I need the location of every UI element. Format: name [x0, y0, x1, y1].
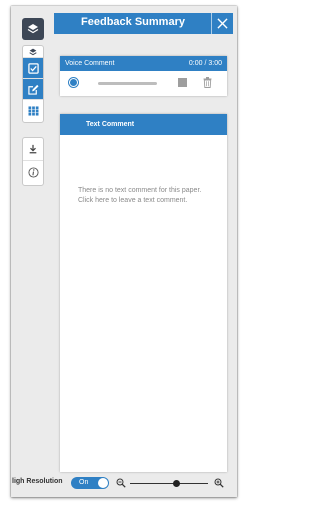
info-button[interactable] [23, 161, 43, 184]
rubric-tool[interactable] [23, 100, 43, 122]
checklist-tool[interactable] [23, 58, 43, 79]
record-icon [70, 79, 77, 86]
close-button[interactable] [211, 13, 233, 34]
voice-comment-card: Voice Comment 0:00 / 3:00 [60, 56, 227, 96]
feedback-tools-group [22, 45, 44, 123]
trash-icon[interactable] [203, 77, 212, 88]
voice-comment-header: Voice Comment 0:00 / 3:00 [60, 56, 227, 71]
high-resolution-toggle[interactable]: On [71, 477, 109, 489]
zoom-in-icon[interactable] [214, 478, 224, 488]
toggle-label: On [79, 479, 89, 486]
grid-icon [28, 106, 38, 116]
record-button[interactable] [68, 77, 79, 88]
checkbox-icon [27, 62, 39, 74]
footer-bar: ligh Resolution On [11, 475, 237, 491]
edit-icon [27, 84, 39, 95]
audio-progress-bar[interactable] [98, 82, 157, 85]
close-icon [217, 18, 228, 29]
download-icon [29, 144, 37, 154]
download-button[interactable] [23, 138, 43, 161]
text-comment-header: Text Comment [60, 114, 227, 135]
high-resolution-label: ligh Resolution [12, 478, 63, 485]
viewer-frame: Feedback Summary Voice Comment 0:00 / 3:… [11, 6, 237, 497]
layers-small-icon [29, 48, 37, 55]
edit-tool[interactable] [23, 79, 43, 100]
feedback-summary-panel: Feedback Summary Voice Comment 0:00 / 3:… [54, 13, 233, 472]
layers-button[interactable] [22, 18, 44, 40]
info-icon [27, 167, 39, 178]
text-comment-empty-message[interactable]: There is no text comment for this paper.… [78, 186, 208, 206]
voice-comment-controls [60, 71, 227, 96]
voice-comment-time: 0:00 / 3:00 [188, 60, 222, 67]
layers-tool[interactable] [23, 46, 43, 58]
zoom-out-icon[interactable] [116, 478, 126, 488]
utility-tools-group [22, 137, 44, 186]
zoom-slider-knob[interactable] [173, 480, 181, 487]
toggle-knob [98, 478, 108, 488]
layers-icon [27, 24, 39, 34]
panel-header: Feedback Summary [54, 13, 233, 34]
left-toolbar [11, 6, 51, 497]
zoom-slider-track[interactable] [130, 483, 208, 484]
panel-title: Feedback Summary [81, 16, 185, 28]
voice-comment-label: Voice Comment [65, 60, 115, 67]
text-comment-card[interactable]: Text Comment There is no text comment fo… [60, 114, 227, 472]
stop-button[interactable] [178, 78, 187, 87]
